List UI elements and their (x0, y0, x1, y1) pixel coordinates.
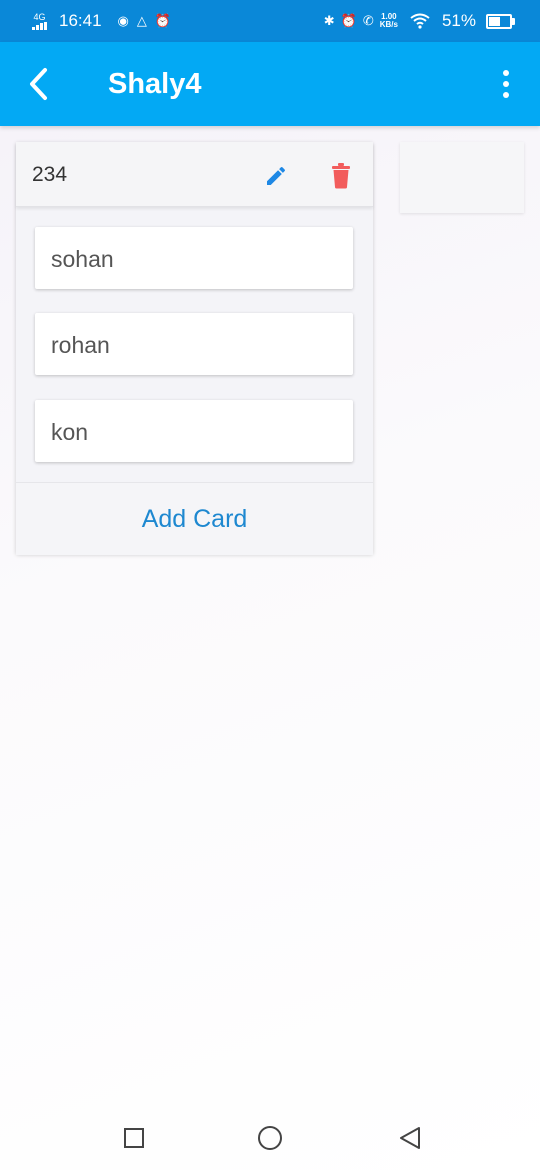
speed-unit: KB/s (379, 20, 398, 29)
wifi-icon (410, 13, 430, 29)
list-title: 234 (32, 163, 68, 186)
pencil-icon (267, 166, 286, 185)
back-button[interactable] (14, 60, 62, 108)
battery-icon (486, 13, 515, 29)
alarm-icon: ⏰ (154, 13, 172, 28)
home-button[interactable] (258, 1126, 282, 1150)
menu-dot (503, 92, 509, 98)
card[interactable]: sohan (35, 227, 353, 289)
add-card-button[interactable]: Add Card (16, 482, 373, 555)
more-vertical-icon (503, 70, 509, 76)
chevron-left-icon (30, 68, 47, 100)
signal-icon: 4G (32, 11, 47, 30)
network-speed: 1.00 KB/s (380, 13, 398, 29)
card-text: rohan (51, 332, 110, 358)
card[interactable]: rohan (35, 313, 353, 375)
list-header: 234 (16, 142, 373, 207)
card[interactable]: kon (35, 400, 353, 462)
card-text: kon (51, 419, 89, 445)
bluetooth-icon: ✱ (323, 13, 335, 28)
menu-dot (503, 81, 509, 87)
alarm-icon: ⏰ (340, 13, 357, 28)
delete-list-button[interactable] (326, 160, 356, 192)
chrome-icon: ◉ (117, 13, 129, 28)
app-bar: Shaly4 (0, 42, 540, 126)
trash-icon (332, 163, 350, 189)
status-bar: 4G 16:41 ◉ △ ⏰ ✱ ⏰ ✆ 1.00 KB/s 51% (0, 0, 540, 42)
system-nav-bar (0, 1106, 540, 1170)
add-list-column[interactable] (400, 142, 524, 213)
wifi-calling-icon: ✆ (362, 13, 374, 28)
clock: 16:41 (59, 11, 102, 30)
back-triangle-icon[interactable] (398, 1126, 422, 1150)
page-title: Shaly4 (108, 68, 202, 100)
more-options-button[interactable] (486, 64, 526, 104)
list-column: 234 sohan rohan kon Add Card (16, 142, 373, 555)
edit-list-button[interactable] (260, 160, 292, 192)
recent-apps-button[interactable] (124, 1128, 144, 1148)
battery-percent: 51% (441, 11, 476, 30)
network-type: 4G (33, 11, 46, 22)
drive-icon: △ (136, 13, 147, 28)
card-text: sohan (51, 246, 114, 272)
